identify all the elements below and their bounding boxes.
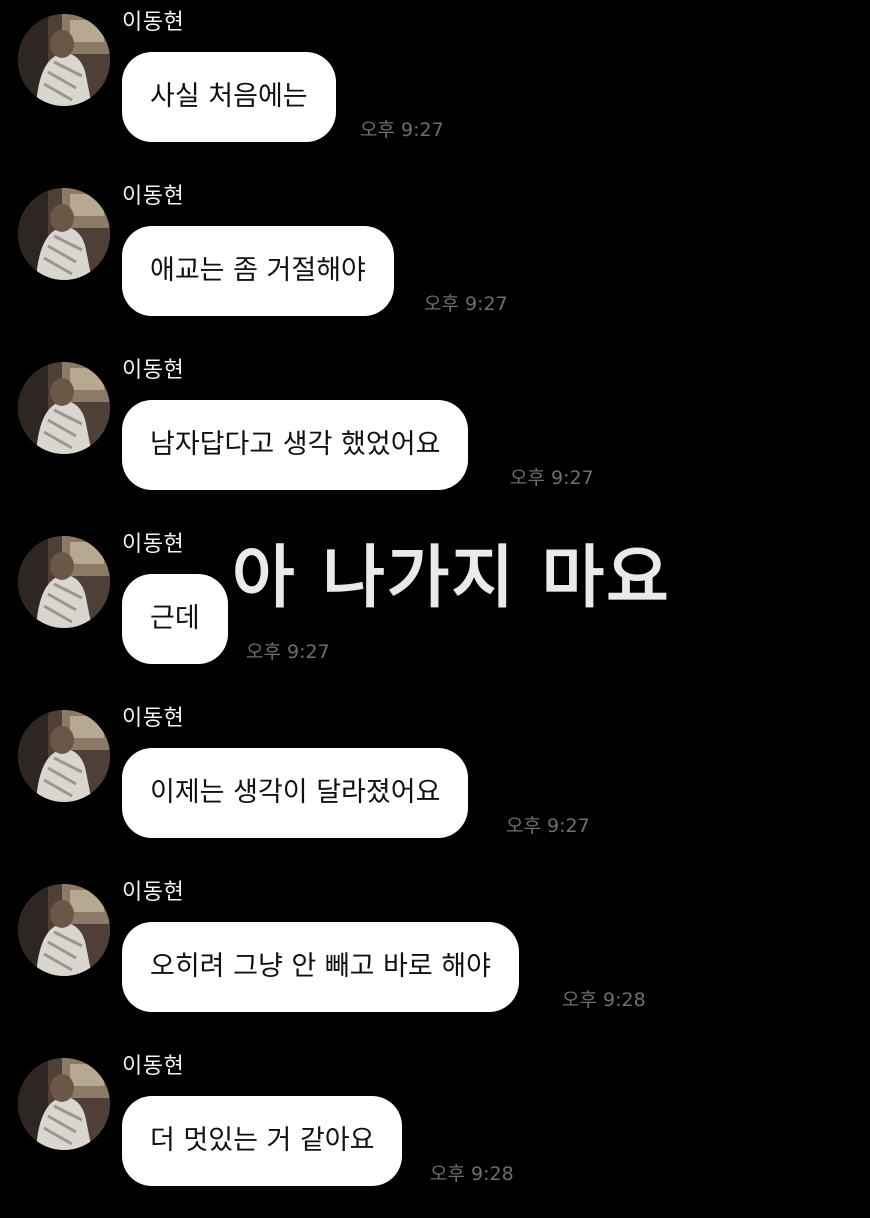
- avatar[interactable]: [18, 14, 110, 106]
- message-row: 이동현 오히려 그냥 안 빼고 바로 해야 오후 9:28: [0, 870, 870, 1044]
- sender-name: 이동현: [122, 10, 185, 35]
- profile-photo-icon: [18, 188, 110, 280]
- profile-photo-icon: [18, 536, 110, 628]
- avatar[interactable]: [18, 536, 110, 628]
- message-bubble[interactable]: 사실 처음에는: [122, 52, 336, 142]
- profile-photo-icon: [18, 362, 110, 454]
- message-row: 이동현 더 멋있는 거 같아요 오후 9:28: [0, 1044, 870, 1218]
- message-bubble[interactable]: 이제는 생각이 달라졌어요: [122, 748, 469, 838]
- avatar[interactable]: [18, 710, 110, 802]
- message-timestamp: 오후 9:27: [424, 293, 508, 315]
- message-row: 이동현 애교는 좀 거절해야 오후 9:27: [0, 174, 870, 348]
- overlay-caption: 아 나가지 마요: [232, 539, 671, 618]
- profile-photo-icon: [18, 884, 110, 976]
- avatar[interactable]: [18, 188, 110, 280]
- sender-name: 이동현: [122, 880, 185, 905]
- message-timestamp: 오후 9:27: [246, 641, 330, 663]
- sender-name: 이동현: [122, 706, 185, 731]
- message-row: 이동현 이제는 생각이 달라졌어요 오후 9:27: [0, 696, 870, 870]
- sender-name: 이동현: [122, 1054, 185, 1079]
- message-bubble[interactable]: 더 멋있는 거 같아요: [122, 1096, 403, 1186]
- sender-name: 이동현: [122, 184, 185, 209]
- sender-name: 이동현: [122, 358, 185, 383]
- profile-photo-icon: [18, 1058, 110, 1150]
- message-bubble[interactable]: 오히려 그냥 안 빼고 바로 해야: [122, 922, 519, 1012]
- message-row: 이동현 남자답다고 생각 했었어요 오후 9:27: [0, 348, 870, 522]
- profile-photo-icon: [18, 14, 110, 106]
- avatar[interactable]: [18, 884, 110, 976]
- message-timestamp: 오후 9:27: [510, 467, 594, 489]
- avatar[interactable]: [18, 362, 110, 454]
- avatar[interactable]: [18, 1058, 110, 1150]
- message-timestamp: 오후 9:27: [506, 815, 590, 837]
- message-timestamp: 오후 9:28: [562, 989, 646, 1011]
- sender-name: 이동현: [122, 532, 185, 557]
- message-bubble[interactable]: 남자답다고 생각 했었어요: [122, 400, 469, 490]
- message-timestamp: 오후 9:27: [360, 119, 444, 141]
- message-bubble[interactable]: 근데: [122, 574, 228, 664]
- message-bubble[interactable]: 애교는 좀 거절해야: [122, 226, 394, 316]
- profile-photo-icon: [18, 710, 110, 802]
- message-timestamp: 오후 9:28: [430, 1163, 514, 1185]
- message-row: 이동현 사실 처음에는 오후 9:27: [0, 0, 870, 174]
